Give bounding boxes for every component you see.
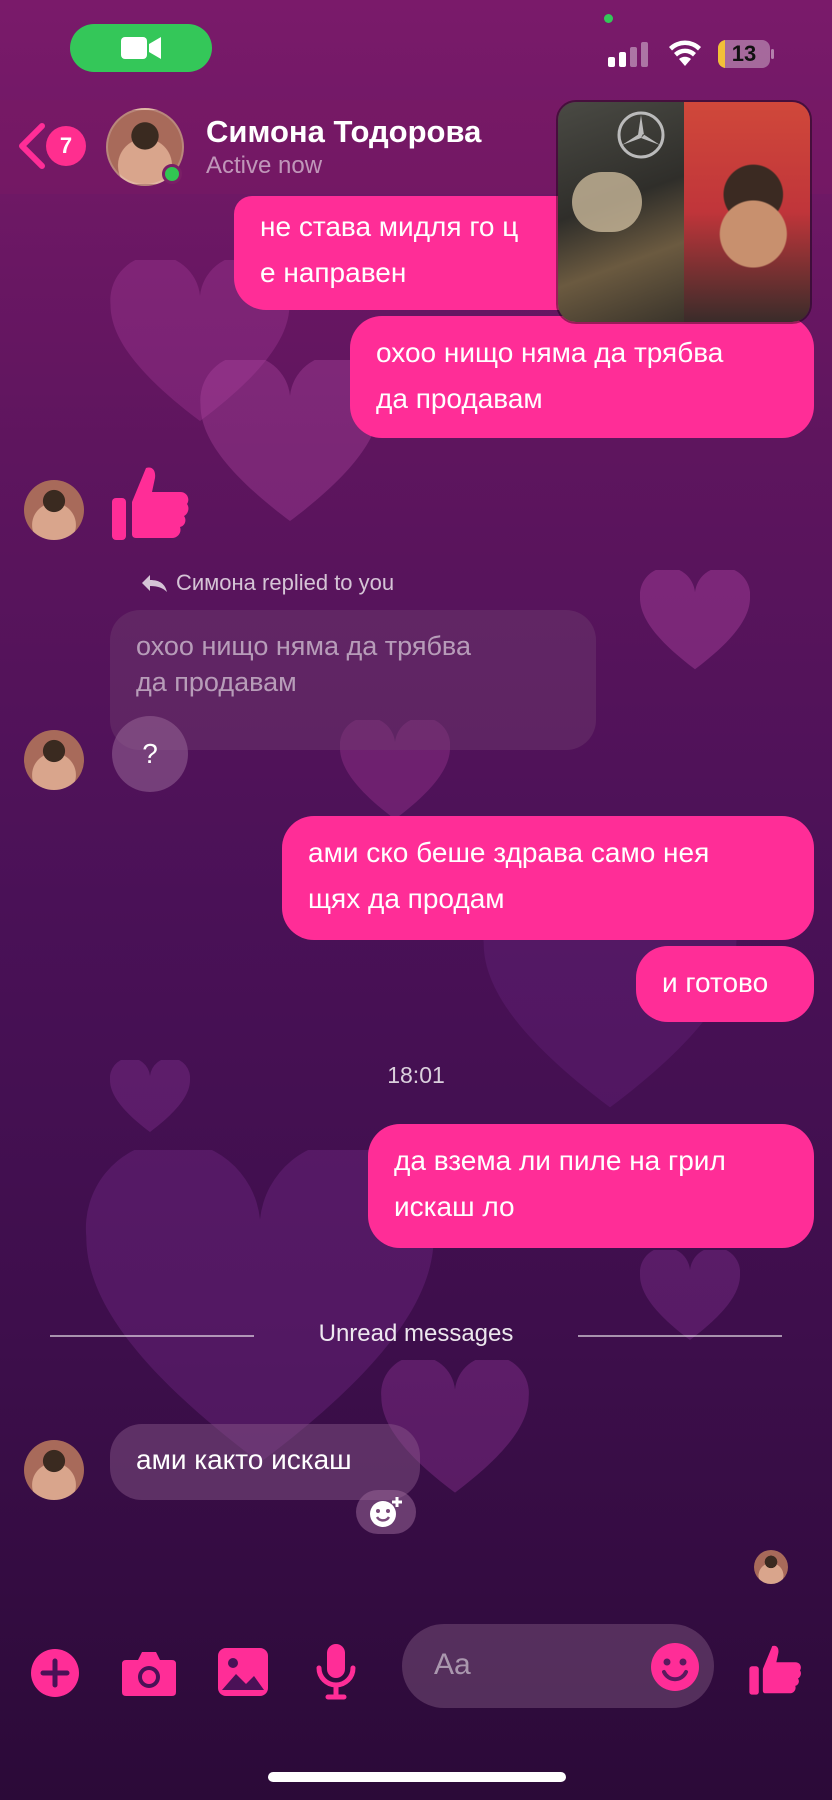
reply-label: Симона replied to you: [140, 570, 394, 596]
home-indicator: [268, 1772, 566, 1782]
quoted-text: охоо нищо няма да трябва: [136, 631, 471, 661]
message-text: охоо нищо няма да трябва: [376, 337, 724, 368]
message-text: искаш ло: [394, 1191, 515, 1222]
sender-avatar[interactable]: [24, 730, 84, 790]
thumbs-up-icon[interactable]: [748, 1642, 802, 1696]
online-indicator: [162, 164, 182, 184]
status-bar: 13: [0, 0, 832, 100]
self-video-feed: [684, 102, 810, 322]
contact-status: Active now: [206, 152, 323, 179]
background-heart: [640, 570, 750, 670]
add-icon[interactable]: [30, 1648, 80, 1698]
message-text: щях да продам: [308, 883, 505, 914]
message-text: да продавам: [376, 383, 543, 414]
cellular-signal-icon: [608, 42, 648, 67]
emoji-icon[interactable]: [650, 1642, 700, 1692]
outgoing-message[interactable]: да взема ли пиле на грил искаш ло: [368, 1124, 814, 1248]
image-icon[interactable]: [218, 1648, 268, 1696]
battery-indicator: 13: [718, 40, 774, 68]
unread-messages-divider: Unread messages: [318, 1320, 514, 1347]
thumbs-up-sticker[interactable]: [110, 462, 190, 542]
add-reaction-button[interactable]: [356, 1490, 416, 1534]
incoming-message[interactable]: ами както искаш: [110, 1424, 420, 1500]
video-camera-icon: [121, 37, 161, 59]
picture-in-picture-video[interactable]: [556, 100, 812, 324]
back-chevron-icon[interactable]: [16, 122, 46, 170]
wifi-icon: [669, 40, 701, 66]
reply-arrow-icon: [142, 575, 167, 592]
sender-avatar[interactable]: [24, 480, 84, 540]
add-reaction-icon: [370, 1497, 402, 1527]
message-text: ами ско беше здрава само нея: [308, 837, 710, 868]
camera-in-use-dot: [604, 14, 613, 23]
quoted-text: да продавам: [136, 667, 297, 697]
reply-label-text: Симона replied to you: [176, 570, 395, 595]
message-text: не става мидля го ц: [260, 211, 519, 242]
time-separator: 18:01: [387, 1062, 445, 1088]
outgoing-message[interactable]: не става мидля го ц е направен: [234, 196, 604, 310]
unread-count-badge[interactable]: 7: [46, 126, 86, 166]
sender-avatar[interactable]: [24, 1440, 84, 1500]
incoming-message[interactable]: ?: [112, 716, 188, 792]
outgoing-message[interactable]: и готово: [636, 946, 814, 1022]
message-text: е направен: [260, 257, 407, 288]
message-text: да взема ли пиле на грил: [394, 1145, 726, 1176]
microphone-icon[interactable]: [316, 1644, 356, 1700]
car-emblem-icon: [617, 111, 665, 159]
message-input[interactable]: Aa: [402, 1624, 714, 1708]
outgoing-message[interactable]: охоо нищо няма да трябва да продавам: [350, 316, 814, 438]
message-input-placeholder: Aa: [434, 1648, 471, 1681]
contact-name[interactable]: Симона Тодорова: [206, 114, 481, 150]
active-call-pill[interactable]: [70, 24, 212, 72]
quoted-message[interactable]: охоо нищо няма да трябва да продавам: [110, 610, 596, 750]
remote-video-feed: [558, 102, 684, 322]
battery-level: 13: [731, 41, 757, 66]
seen-receipt-avatar: [754, 1550, 788, 1584]
message-composer: Aa: [0, 1620, 832, 1720]
outgoing-message[interactable]: ами ско беше здрава само нея щях да прод…: [282, 816, 814, 940]
camera-icon[interactable]: [122, 1648, 176, 1696]
